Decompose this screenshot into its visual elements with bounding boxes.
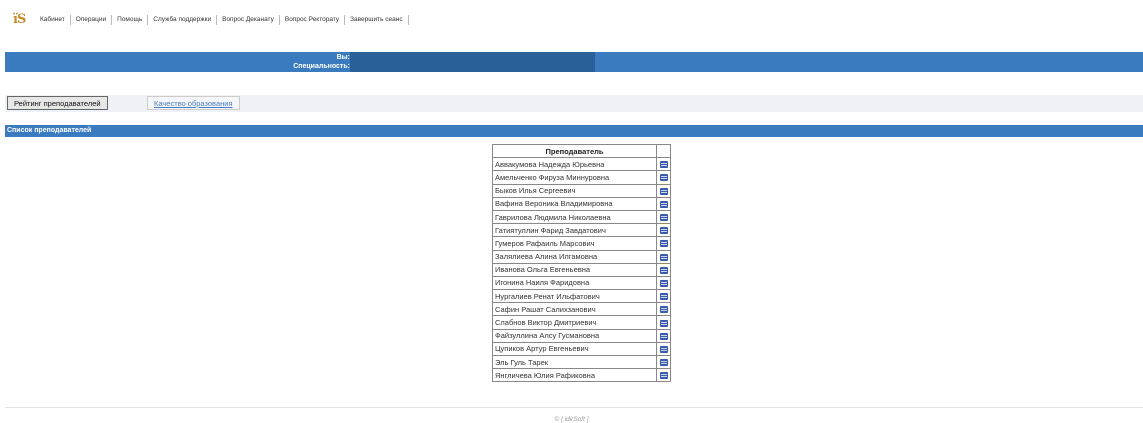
table-row: Нургалиев Ренат Ильфатович bbox=[492, 289, 671, 304]
teacher-name: Гаврилова Людмила Николаевна bbox=[492, 209, 657, 225]
rate-cell bbox=[656, 157, 671, 172]
table-row: Файзуллина Алсу Гусмановна bbox=[492, 328, 671, 343]
tab-teacher-rating[interactable]: Рейтинг преподавателей bbox=[7, 96, 108, 110]
rate-icon[interactable] bbox=[659, 266, 668, 274]
rate-cell bbox=[656, 275, 671, 291]
table-body: Аввакумова Надежда Юрьевна Амельченко Фир… bbox=[492, 157, 671, 383]
table-row: Гаврилова Людмила Николаевна bbox=[492, 209, 671, 225]
menu-item-cabinet[interactable]: Кабинет bbox=[35, 15, 70, 25]
main-menu: Кабинет Операции Помощь Служба поддержки… bbox=[35, 15, 409, 25]
menu-item-rector-question[interactable]: Вопрос Ректорату bbox=[280, 15, 344, 25]
table-row: Вафина Вероника Владимировна bbox=[492, 196, 671, 211]
rate-cell bbox=[656, 368, 671, 383]
rate-icon[interactable] bbox=[659, 214, 668, 222]
rate-icon[interactable] bbox=[659, 174, 668, 182]
rate-icon[interactable] bbox=[659, 359, 668, 367]
rate-icon[interactable] bbox=[659, 161, 668, 169]
rate-cell bbox=[656, 170, 671, 185]
user-info-bar: Вы: Специальность: bbox=[5, 52, 1143, 72]
rate-icon[interactable] bbox=[659, 187, 668, 195]
footer-copyright: © [ idirSoft ] bbox=[554, 416, 589, 423]
rate-icon[interactable] bbox=[659, 200, 668, 208]
redacted-user-info bbox=[350, 52, 595, 72]
menu-item-operations[interactable]: Операции bbox=[71, 15, 111, 25]
teacher-name: Слабнов Виктор Дмитриевич bbox=[492, 315, 657, 330]
teacher-name: Гатиятуллин Фарид Завдатович bbox=[492, 223, 657, 238]
table-row: Гумеров Рафаиль Марсович bbox=[492, 236, 671, 251]
teacher-name: Залялиева Алина Илгамовна bbox=[492, 249, 657, 264]
menu-item-dean-question[interactable]: Вопрос Деканату bbox=[217, 15, 279, 25]
table-row: Сафин Рашат Салихзанович bbox=[492, 302, 671, 317]
rate-icon[interactable] bbox=[659, 345, 668, 353]
teacher-name: Файзуллина Алсу Гусмановна bbox=[492, 328, 657, 343]
table-row: Слабнов Виктор Дмитриевич bbox=[492, 315, 671, 330]
teacher-name: Гумеров Рафаиль Марсович bbox=[492, 236, 657, 251]
menu-item-support[interactable]: Служба поддержки bbox=[148, 15, 216, 25]
table-row: Иванова Ольга Евгеньевна bbox=[492, 262, 671, 277]
rate-icon[interactable] bbox=[659, 319, 668, 327]
teacher-name: Амельченко Фируза Миннуровна bbox=[492, 170, 657, 185]
teacher-name: Вафина Вероника Владимировна bbox=[492, 196, 657, 211]
menu-item-logout[interactable]: Завершить сеанс bbox=[345, 15, 408, 25]
rate-cell bbox=[656, 183, 671, 198]
table-header-row: Преподаватель bbox=[492, 143, 671, 159]
logo: ïS bbox=[13, 12, 26, 27]
rate-cell bbox=[656, 341, 671, 357]
teacher-name: Сафин Рашат Салихзанович bbox=[492, 302, 657, 317]
section-title: Список преподавателей bbox=[7, 127, 92, 134]
rate-cell bbox=[656, 249, 671, 264]
rate-icon[interactable] bbox=[659, 332, 668, 340]
menu-item-help[interactable]: Помощь bbox=[112, 15, 147, 25]
table-row: Амельченко Фируза Миннуровна bbox=[492, 170, 671, 185]
teacher-name: Эль Гуль Тарек bbox=[492, 354, 657, 370]
rate-cell bbox=[656, 302, 671, 317]
rate-cell bbox=[656, 196, 671, 211]
tabs-row: Рейтинг преподавателей Качество образова… bbox=[5, 95, 1143, 112]
table-row: Игонина Наиля Фаридовна bbox=[492, 275, 671, 291]
teacher-name: Быков Илья Сергеевич bbox=[492, 183, 657, 198]
menu-separator bbox=[407, 15, 409, 25]
rate-cell bbox=[656, 354, 671, 370]
rate-cell bbox=[656, 223, 671, 238]
column-header-teacher: Преподаватель bbox=[492, 143, 657, 159]
rate-cell bbox=[656, 236, 671, 251]
teacher-name: Игонина Наиля Фаридовна bbox=[492, 275, 657, 291]
teacher-name: Нургалиев Ренат Ильфатович bbox=[492, 289, 657, 304]
table-row: Аввакумова Надежда Юрьевна bbox=[492, 157, 671, 172]
rate-cell bbox=[656, 289, 671, 304]
table-row: Гатиятуллин Фарид Завдатович bbox=[492, 223, 671, 238]
rate-cell bbox=[656, 315, 671, 330]
rate-cell bbox=[656, 209, 671, 225]
rate-cell bbox=[656, 262, 671, 277]
rate-icon[interactable] bbox=[659, 240, 668, 248]
table-row: Быков Илья Сергеевич bbox=[492, 183, 671, 198]
teacher-name: Аввакумова Надежда Юрьевна bbox=[492, 157, 657, 172]
specialty-label: Специальность: bbox=[293, 63, 350, 70]
teacher-name: Янгличева Юлия Рафиковна bbox=[492, 368, 657, 383]
rate-icon[interactable] bbox=[659, 293, 668, 301]
section-header: Список преподавателей bbox=[5, 125, 1143, 137]
top-navigation: ïS Кабинет Операции Помощь Служба поддер… bbox=[0, 0, 1143, 40]
rate-icon[interactable] bbox=[659, 279, 668, 287]
table-row: Залялиева Алина Илгамовна bbox=[492, 249, 671, 264]
footer-divider bbox=[5, 407, 1143, 408]
table-row: Эль Гуль Тарек bbox=[492, 354, 671, 370]
tab-education-quality[interactable]: Качество образования bbox=[147, 96, 240, 110]
rate-icon[interactable] bbox=[659, 227, 668, 235]
teacher-name: Цупиков Артур Евгеньевич bbox=[492, 341, 657, 357]
rate-icon[interactable] bbox=[659, 372, 668, 380]
rate-icon[interactable] bbox=[659, 253, 668, 261]
column-header-action bbox=[656, 143, 671, 159]
user-label: Вы: bbox=[336, 54, 350, 61]
rate-icon[interactable] bbox=[659, 306, 668, 314]
rate-cell bbox=[656, 328, 671, 343]
teachers-table: Преподаватель Аввакумова Надежда Юрьевна… bbox=[492, 143, 671, 383]
table-row: Янгличева Юлия Рафиковна bbox=[492, 368, 671, 383]
teacher-name: Иванова Ольга Евгеньевна bbox=[492, 262, 657, 277]
table-row: Цупиков Артур Евгеньевич bbox=[492, 341, 671, 357]
